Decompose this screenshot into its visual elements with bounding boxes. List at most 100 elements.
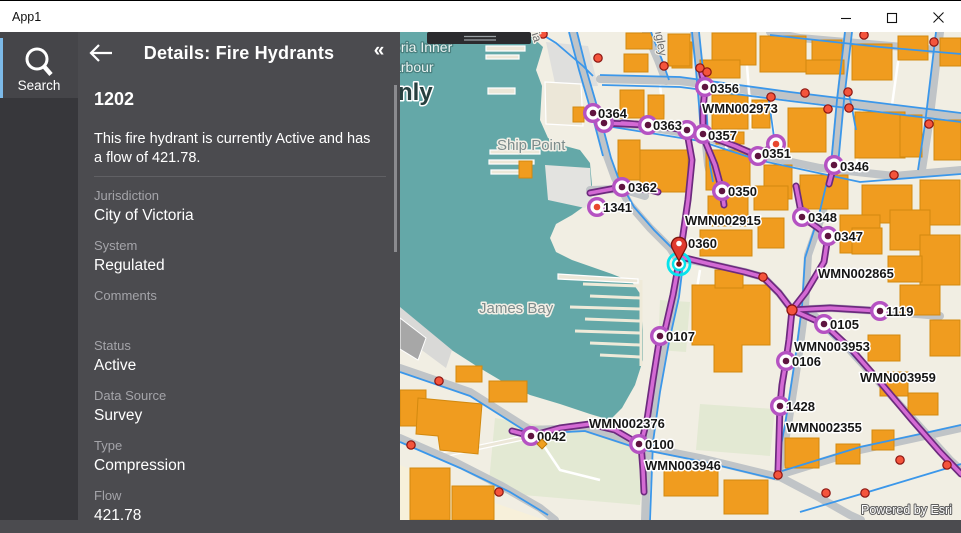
place-label: nly [400,79,433,106]
panel-title: Details: Fire Hydrants [114,43,364,64]
hydrant-dot [719,188,726,195]
field-label: Status [94,333,386,353]
hydrant-dot [590,110,597,117]
field-label: Flow [94,483,386,503]
hydrant-dot [821,321,828,328]
attribute-field: TypeCompression [94,433,386,483]
hydrant-dot [777,403,784,410]
maximize-icon [886,12,898,24]
window-title: App1 [12,10,41,24]
hydrant-dot [528,433,535,440]
map-top-drag-handle[interactable] [427,32,531,44]
map-view[interactable]: 0364036303570356035103460362134103500348… [400,32,961,520]
valve-dot[interactable] [759,273,767,281]
valve-dot[interactable] [845,104,853,112]
place-label: Ship Point [497,137,566,154]
hydrant-label: 1119 [886,304,914,319]
minimize-button[interactable] [823,2,869,33]
main-line-label: WMN002973 [702,101,778,116]
main-line-label: WMN002915 [685,213,761,228]
field-label: Jurisdiction [94,183,386,203]
valve-dot[interactable] [860,32,868,39]
junction-dot[interactable] [787,305,797,315]
hydrant-label: 0107 [666,329,695,344]
valve-dot[interactable] [844,88,852,96]
attribute-field: Comments [94,283,386,333]
feature-description: This fire hydrant is currently Active an… [94,130,381,167]
hydrant-label: 0363 [653,118,682,133]
hydrant-dot [645,122,652,129]
valve-dot[interactable] [435,377,443,385]
nav-item-search[interactable]: Search [0,32,78,98]
attribute-field: Data SourceSurvey [94,383,386,433]
close-button[interactable] [915,2,961,33]
hydrant-label: 0105 [830,317,859,332]
field-label: Data Source [94,383,386,403]
search-icon [21,44,57,80]
valve-dot[interactable] [943,461,951,469]
field-value: Survey [94,403,386,425]
details-panel: Details: Fire Hydrants « 1202 This fire … [78,32,400,520]
field-label: System [94,233,386,253]
attribute-field: SystemRegulated [94,233,386,283]
hydrant-dot [684,127,691,134]
valve-dot[interactable] [407,441,415,449]
valve-dot[interactable] [890,171,898,179]
maximize-button[interactable] [869,2,915,33]
valve-dot[interactable] [703,68,711,76]
back-arrow-icon[interactable] [88,42,114,64]
hydrant-label: 0100 [645,437,674,452]
attribute-field: StatusActive [94,333,386,383]
field-value: Regulated [94,253,386,275]
close-icon [932,11,945,24]
field-label: Type [94,433,386,453]
divider [94,176,386,177]
main-line-label: WMN003953 [794,339,870,354]
hydrant-dot [783,358,790,365]
panel-header: Details: Fire Hydrants « [78,32,400,74]
valve-dot[interactable] [824,105,832,113]
hydrant-dot [702,84,709,91]
map-attribution: Powered by Esri [861,503,952,517]
field-label: Comments [94,283,386,303]
valve-dot[interactable] [896,456,904,464]
valve-dot[interactable] [930,38,938,46]
hydrant-dot [619,184,626,191]
valve-dot[interactable] [925,120,933,128]
hydrant-label: 0347 [834,229,863,244]
valve-dot[interactable] [495,488,503,496]
hydrant-dot [799,214,806,221]
valve-dot[interactable] [822,489,830,497]
valve-dot[interactable] [801,89,809,97]
title-bar: App1 [0,0,961,32]
main-line-label: WMN003946 [645,458,721,473]
collapse-panel-icon[interactable]: « [368,39,390,63]
valve-dot[interactable] [861,489,869,497]
valve-dot[interactable] [774,471,782,479]
valve-dot[interactable] [767,93,775,101]
nav-rail: Search [0,32,78,520]
hydrant-dot [657,333,664,340]
valve-dot[interactable] [594,54,602,62]
hydrant-label: 0360 [688,236,717,251]
feature-id-heading: 1202 [94,89,134,110]
minimize-icon [840,12,852,24]
attribute-field: Flow421.78 [94,483,386,533]
hydrant-dot [700,131,707,138]
nav-item-label: Search [0,78,78,93]
main-line-label: WMN003959 [860,370,936,385]
main-line-label: WMN002355 [786,420,862,435]
hydrant-label: 0348 [808,210,837,225]
hydrant-label: 0362 [628,180,657,195]
hydrant-dot [825,233,832,240]
hydrant-label: 0364 [598,106,628,121]
panel-scrollbar[interactable] [394,85,397,252]
hydrant-dot [594,204,601,211]
valve-dot[interactable] [660,62,668,70]
place-label: James Bay [479,300,554,317]
attribute-field: JurisdictionCity of Victoria [94,183,386,233]
main-line-label: WMN002376 [589,416,665,431]
hydrant-label: 0350 [728,184,757,199]
hydrant-dot [877,308,884,315]
hydrant-label: 0346 [840,159,869,174]
